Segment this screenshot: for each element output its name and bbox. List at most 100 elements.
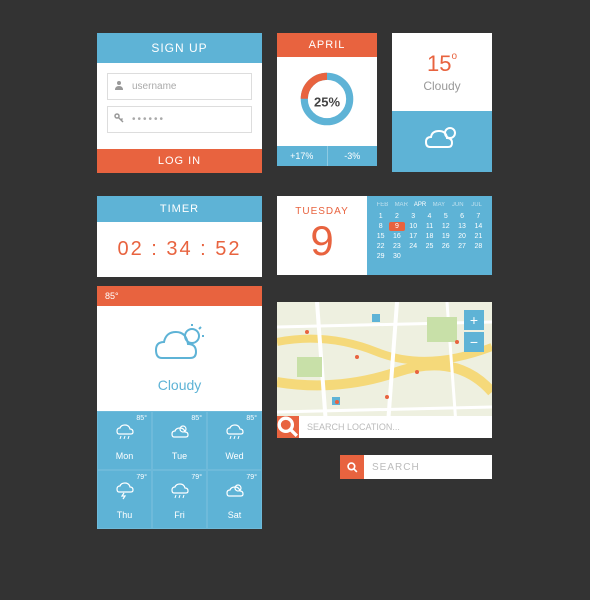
password-input[interactable]: •••••• <box>107 106 252 133</box>
april-card: APRIL 25% +17% -3% <box>277 33 377 166</box>
calendar-day[interactable]: 19 <box>438 232 453 241</box>
search-input[interactable]: SEARCH <box>364 455 492 479</box>
calendar-day[interactable]: 10 <box>406 222 421 231</box>
condition-label: Cloudy <box>402 79 482 93</box>
cell-day: Sat <box>212 510 257 520</box>
calendar-day[interactable]: 5 <box>438 212 453 221</box>
calendar-day[interactable]: 9 <box>389 222 404 231</box>
temp-degree: o <box>451 51 457 62</box>
month-label[interactable]: FEB <box>373 202 392 208</box>
timer-value: 02 : 34 : 52 <box>97 222 262 277</box>
login-button[interactable]: LOG IN <box>97 149 262 173</box>
calendar-day[interactable]: 7 <box>471 212 486 221</box>
calendar-day[interactable]: 30 <box>389 252 404 261</box>
calendar-day[interactable]: 2 <box>389 212 404 221</box>
password-mask: •••••• <box>132 114 165 125</box>
zoom-in-button[interactable]: + <box>464 310 484 330</box>
calendar-day[interactable]: 24 <box>406 242 421 251</box>
calendar-day[interactable]: 1 <box>373 212 388 221</box>
stat-down: -3% <box>328 146 378 166</box>
rain-icon <box>168 481 192 501</box>
calendar-card: TUESDAY 9 FEBMARAPRMAYJUNJUL 12345678910… <box>277 196 492 275</box>
stat-up: +17% <box>277 146 328 166</box>
signup-title: SIGN UP <box>97 33 262 63</box>
calendar-day[interactable]: 25 <box>422 242 437 251</box>
calendar-day[interactable]: 21 <box>471 232 486 241</box>
temp-value: 15 <box>427 51 451 76</box>
donut-percent: 25% <box>314 94 340 109</box>
calendar-day[interactable]: 13 <box>454 222 469 231</box>
calendar-day[interactable]: 26 <box>438 242 453 251</box>
map-search-input[interactable]: SEARCH LOCATION... <box>299 416 492 438</box>
sunny-icon <box>168 422 192 442</box>
forecast-cell[interactable]: 79° Thu <box>97 470 152 529</box>
rain-icon <box>223 422 247 442</box>
calendar-day[interactable]: 18 <box>422 232 437 241</box>
month-label[interactable]: MAY <box>429 202 448 208</box>
calendar-day[interactable]: 12 <box>438 222 453 231</box>
weather-big-card: 85° Cloudy 85° Mon 85° Tue 85° Wed 79° Thu 79° Fr… <box>97 286 262 529</box>
april-title: APRIL <box>277 33 377 57</box>
calendar-day[interactable]: 22 <box>373 242 388 251</box>
map-search-bar[interactable]: SEARCH LOCATION... <box>277 416 492 438</box>
username-input[interactable]: username <box>107 73 252 100</box>
forecast-cell[interactable]: 79° Sat <box>207 470 262 529</box>
search-icon[interactable] <box>277 416 299 438</box>
weather-head-temp: 85° <box>97 286 262 306</box>
key-icon <box>114 113 128 126</box>
forecast-cell[interactable]: 79° Fri <box>152 470 207 529</box>
cell-day: Thu <box>102 510 147 520</box>
month-label[interactable]: JUN <box>448 202 467 208</box>
month-label[interactable]: JUL <box>467 202 486 208</box>
zoom-out-button[interactable]: − <box>464 332 484 352</box>
cloudy-sun-icon <box>150 324 210 366</box>
cell-day: Tue <box>157 451 202 461</box>
calendar-day[interactable]: 28 <box>471 242 486 251</box>
cell-temp: 85° <box>136 415 147 422</box>
signup-card: SIGN UP username •••••• LOG IN <box>97 33 262 173</box>
weather-condition: Cloudy <box>115 377 244 393</box>
calendar-day[interactable]: 20 <box>454 232 469 241</box>
cell-temp: 79° <box>136 474 147 481</box>
cell-temp: 85° <box>191 415 202 422</box>
calendar-day[interactable]: 16 <box>389 232 404 241</box>
rain-icon <box>113 422 137 442</box>
calendar-daynum: 9 <box>287 217 357 265</box>
cell-day: Wed <box>212 451 257 461</box>
cell-day: Mon <box>102 451 147 461</box>
calendar-day[interactable]: 4 <box>422 212 437 221</box>
calendar-day[interactable]: 17 <box>406 232 421 241</box>
sunny-icon <box>223 481 247 501</box>
storm-icon <box>113 481 137 501</box>
timer-title: TIMER <box>97 196 262 222</box>
calendar-day[interactable]: 11 <box>422 222 437 231</box>
cell-temp: 85° <box>246 415 257 422</box>
calendar-day[interactable]: 14 <box>471 222 486 231</box>
calendar-dayname: TUESDAY <box>287 206 357 217</box>
forecast-cell[interactable]: 85° Wed <box>207 411 262 470</box>
user-icon <box>114 80 128 93</box>
weather-icon-panel <box>392 111 492 172</box>
forecast-cell[interactable]: 85° Tue <box>152 411 207 470</box>
calendar-months: FEBMARAPRMAYJUNJUL <box>373 202 486 208</box>
calendar-day[interactable]: 6 <box>454 212 469 221</box>
forecast-grid: 85° Mon 85° Tue 85° Wed 79° Thu 79° Fri 79° Sat <box>97 411 262 529</box>
cloudy-icon <box>422 125 462 153</box>
map-card[interactable]: + − SEARCH LOCATION... <box>277 302 492 438</box>
month-label[interactable]: MAR <box>392 202 411 208</box>
cell-temp: 79° <box>246 474 257 481</box>
search-bar[interactable]: SEARCH <box>340 455 492 479</box>
cell-day: Fri <box>157 510 202 520</box>
calendar-grid[interactable]: 1234567891011121314151617181920212223242… <box>373 212 486 261</box>
forecast-cell[interactable]: 85° Mon <box>97 411 152 470</box>
search-icon[interactable] <box>340 455 364 479</box>
cell-temp: 79° <box>191 474 202 481</box>
calendar-day[interactable]: 29 <box>373 252 388 261</box>
calendar-day[interactable]: 15 <box>373 232 388 241</box>
calendar-day[interactable]: 8 <box>373 222 388 231</box>
calendar-day[interactable]: 23 <box>389 242 404 251</box>
month-label[interactable]: APR <box>411 202 430 208</box>
username-placeholder: username <box>132 81 176 92</box>
calendar-day[interactable]: 3 <box>406 212 421 221</box>
calendar-day[interactable]: 27 <box>454 242 469 251</box>
